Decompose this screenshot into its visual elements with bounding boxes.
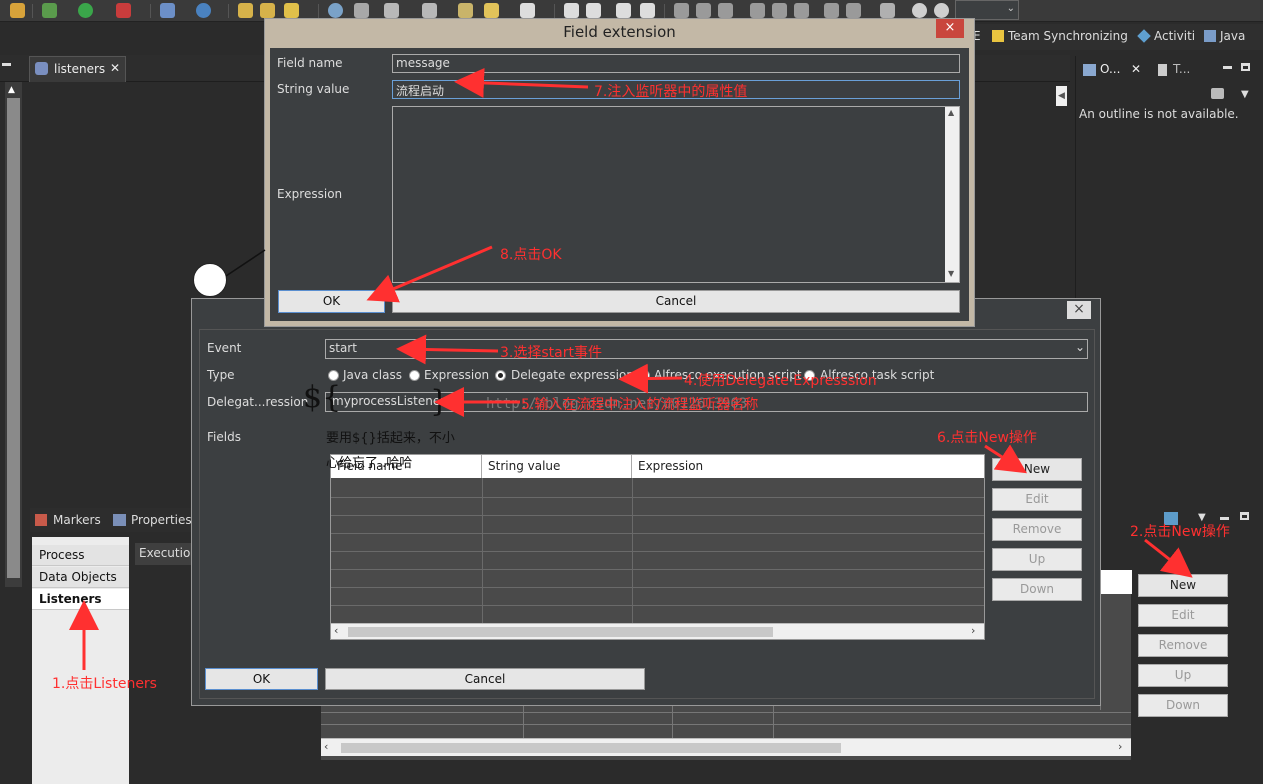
annotation-arrow-7 (454, 67, 589, 98)
annotation-arrow-8 (366, 245, 493, 303)
annotation-arrow-4 (618, 363, 683, 394)
annotation-step-2: 2.点击New操作 (1130, 524, 1230, 540)
annotation-step-6: 6.点击New操作 (937, 430, 1037, 446)
annotation-step-3: 3.选择start事件 (500, 345, 602, 361)
annotation-arrow-3 (396, 334, 499, 365)
annotation-arrow-6 (984, 444, 1028, 474)
annotation-arrows (69, 67, 1193, 670)
annotation-step-5: 5.输入在流程中注入的流程监听器名称 (521, 397, 759, 413)
annotation-step-8: 8.点击OK (500, 247, 562, 263)
annotation-step-4: 4.使用Delegate Expresssion (684, 373, 877, 389)
start-event-connector (225, 249, 266, 277)
annotation-arrow-2 (1144, 538, 1193, 578)
annotation-step-7: 7.注入监听器中的属性值 (594, 84, 748, 100)
annotation-step-1: 1.点击Listeners (52, 676, 157, 692)
